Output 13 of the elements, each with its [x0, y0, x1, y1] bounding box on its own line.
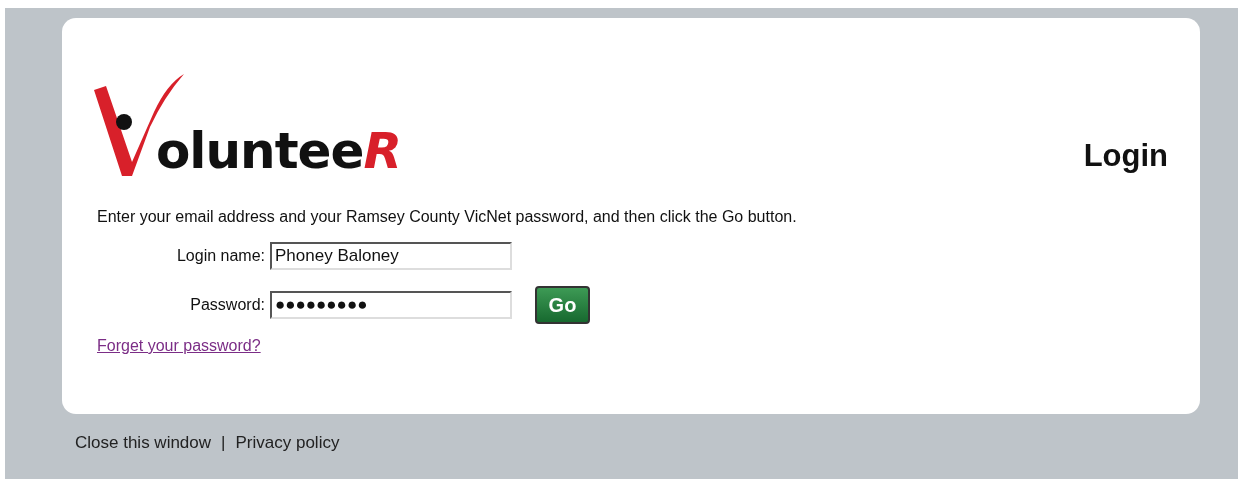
login-name-field[interactable]: Phoney Baloney: [270, 242, 512, 270]
privacy-policy-link[interactable]: Privacy policy: [235, 433, 340, 453]
page-title: Login: [1083, 138, 1168, 174]
field-label: Password:: [189, 296, 265, 314]
instructions-text: Enter your email address and your Ramsey County VicNet password, and then click the Go button.: [97, 208, 797, 226]
separator: |: [221, 433, 226, 453]
go-button[interactable]: Go: [535, 286, 590, 324]
forgot-password-link[interactable]: Forget your password?: [97, 337, 261, 355]
password-field[interactable]: ●●●●●●●●●: [270, 291, 512, 319]
field-label: Login name:: [175, 247, 265, 265]
logo-text: oluntee: [156, 126, 364, 176]
logo-accent-letter: R: [363, 126, 402, 176]
close-window-link[interactable]: Close this window: [75, 433, 212, 453]
